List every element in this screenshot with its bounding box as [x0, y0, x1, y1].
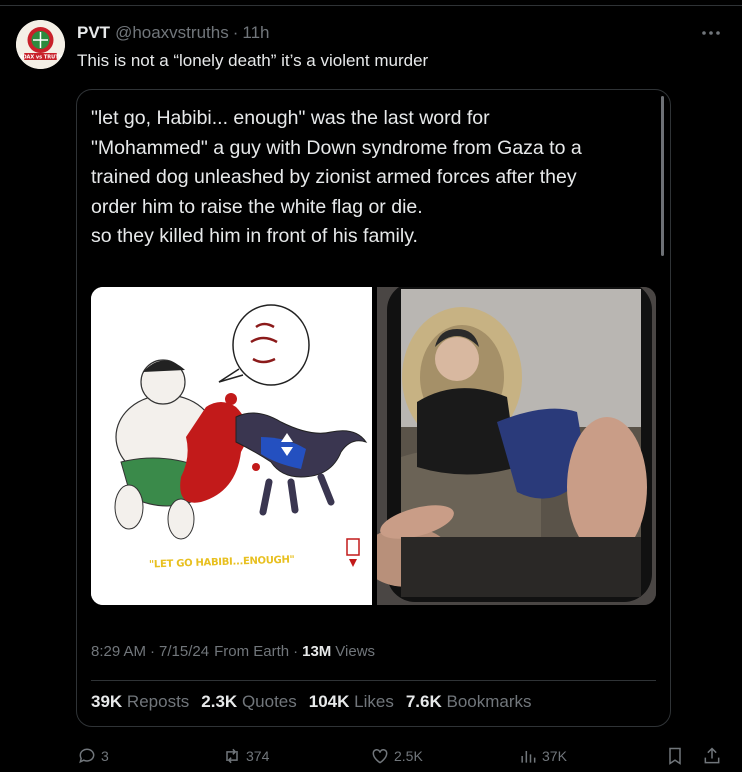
- action-bar: 3 374 2.5K 37K: [0, 742, 742, 770]
- quoted-text-line: so they killed him in front of his famil…: [91, 225, 418, 247]
- top-divider: [0, 5, 742, 6]
- stats-divider: [91, 680, 656, 681]
- quotes-count: 2.3K: [201, 692, 238, 711]
- avatar-logo: HOAX vs TRUTH: [16, 20, 65, 69]
- tweet-header: PVT @hoaxvstruths · 11h: [77, 22, 269, 44]
- like-count: 2.5K: [394, 748, 423, 764]
- quoted-text-line: "let go, Habibi... enough" was the last …: [91, 107, 490, 129]
- likes-stat[interactable]: 104K Likes: [309, 692, 394, 712]
- quotes-stat[interactable]: 2.3K Quotes: [201, 692, 296, 712]
- quoted-text-line: "Mohammed" a guy with Down syndrome from…: [91, 136, 582, 159]
- post-time[interactable]: 8:29 AM: [91, 643, 146, 660]
- views-count: 13M: [302, 643, 332, 660]
- bookmark-button[interactable]: [665, 742, 689, 770]
- avatar[interactable]: HOAX vs TRUTH: [16, 20, 65, 69]
- views-action-count: 37K: [542, 748, 567, 764]
- svg-text:HOAX vs TRUTH: HOAX vs TRUTH: [18, 55, 63, 61]
- reposts-stat[interactable]: 39K Reposts: [91, 692, 189, 712]
- quoted-text-line: trained dog unleashed by zionist armed f…: [91, 166, 577, 188]
- author-name[interactable]: PVT: [77, 23, 110, 43]
- quoted-media[interactable]: "LET GO HABIBI...ENOUGH": [91, 287, 656, 605]
- post-date[interactable]: 7/15/24: [159, 643, 209, 660]
- share-button[interactable]: [702, 742, 726, 770]
- photo-image[interactable]: [377, 287, 656, 605]
- reply-button[interactable]: 3: [77, 742, 109, 770]
- post-location: From Earth: [214, 643, 290, 660]
- quoted-text: "let go, Habibi... enough" was the last …: [91, 104, 651, 252]
- meta-separator: ·: [150, 643, 156, 660]
- repost-count: 374: [246, 748, 270, 764]
- tweet-time[interactable]: 11h: [242, 23, 269, 43]
- likes-label: Likes: [354, 692, 394, 711]
- bookmarks-label: Bookmarks: [446, 692, 532, 711]
- author-handle[interactable]: @hoaxvstruths: [115, 23, 229, 43]
- views-label: Views: [335, 643, 376, 660]
- quote-scrollbar[interactable]: [661, 96, 664, 256]
- bookmarks-stat[interactable]: 7.6K Bookmarks: [406, 692, 532, 712]
- repost-button[interactable]: 374: [222, 742, 269, 770]
- bookmarks-count: 7.6K: [405, 692, 442, 711]
- like-icon: [372, 748, 388, 764]
- reposts-count: 39K: [91, 692, 123, 711]
- likes-count: 104K: [308, 692, 350, 711]
- quoted-text-line: order him to raise the white flag or die…: [91, 195, 423, 218]
- share-icon: [704, 747, 720, 764]
- cartoon-image[interactable]: "LET GO HABIBI...ENOUGH": [91, 287, 372, 605]
- repost-icon: [226, 748, 238, 764]
- reposts-label: Reposts: [126, 692, 190, 711]
- views-icon: [521, 751, 536, 763]
- separator-dot: ·: [232, 23, 239, 42]
- bookmark-icon: [669, 747, 681, 765]
- reply-icon: [79, 748, 95, 764]
- meta-separator: ·: [293, 643, 299, 660]
- quotes-label: Quotes: [241, 692, 297, 711]
- like-button[interactable]: 2.5K: [370, 742, 423, 770]
- views-button[interactable]: 37K: [518, 742, 567, 770]
- reply-count: 3: [101, 748, 109, 764]
- tweet-text: This is not a “lonely death” it’s a viol…: [77, 51, 429, 70]
- engagement-stats: 39K Reposts 2.3K Quotes 104K Likes 7.6K …: [91, 692, 544, 712]
- quote-meta: 8:29 AM · 7/15/24 From Earth · 13M Views: [91, 643, 375, 660]
- more-icon[interactable]: [700, 26, 722, 40]
